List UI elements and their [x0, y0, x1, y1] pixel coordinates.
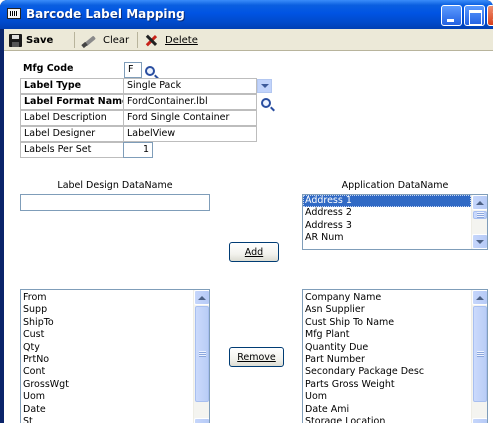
list-item[interactable]: Uom [21, 391, 193, 403]
toolbar-separator [74, 32, 75, 48]
remove-button[interactable]: Remove [229, 347, 284, 367]
label-description-field[interactable]: Ford Single Container [123, 110, 257, 126]
mfg-code-field[interactable]: F [124, 62, 142, 78]
label-type-select[interactable]: Single Pack [123, 78, 257, 94]
window-title: Barcode Label Mapping [26, 7, 185, 21]
app-window: Barcode Label Mapping Save Clear Delete … [0, 0, 493, 423]
delete-icon [145, 34, 157, 47]
list-item[interactable]: Date Ami [303, 404, 471, 416]
list-item[interactable]: Address 1 [303, 195, 471, 208]
label-format-name-field[interactable]: FordContainer.lbl [123, 94, 257, 110]
list-item[interactable]: Part Number [303, 354, 471, 366]
clear-button[interactable]: Clear [82, 32, 129, 49]
save-button[interactable]: Save [9, 32, 53, 49]
label-format-name-label: Label Format Name [20, 94, 124, 110]
scroll-up-button[interactable] [472, 195, 487, 210]
magnifier-icon [144, 65, 155, 76]
list-item[interactable]: St [21, 416, 193, 423]
save-icon [9, 34, 22, 47]
labels-per-set-label: Labels Per Set [20, 142, 124, 158]
scroll-down-button[interactable] [472, 418, 487, 423]
label-description-label: Label Description [20, 110, 124, 126]
label-type-dropdown-button[interactable] [257, 79, 272, 93]
scroll-down-icon [476, 239, 484, 244]
clear-label: Clear [103, 35, 130, 46]
label-type-label: Label Type [20, 78, 124, 94]
list-item[interactable]: Secondary Package Desc [303, 366, 471, 378]
toolbar: Save Clear Delete [4, 29, 493, 51]
label-fields-list[interactable]: From Supp ShipTo Cust Qty PrtNo Cont GrossWgt Uo… [20, 289, 210, 423]
list-item[interactable]: Cust Ship To Name [303, 317, 471, 329]
list-item[interactable]: Cont [21, 366, 193, 378]
save-label: Save [26, 35, 54, 46]
label-format-lookup-button[interactable] [258, 95, 273, 110]
list-item[interactable]: Uom [303, 391, 471, 403]
label-designer-label: Label Designer [20, 126, 124, 142]
list-item[interactable]: Qty [21, 342, 193, 354]
mfg-code-label: Mfg Code [20, 62, 124, 78]
scroll-up-button[interactable] [194, 290, 209, 305]
maximize-button[interactable] [464, 5, 485, 26]
list-item[interactable]: Supp [21, 304, 193, 316]
list-item[interactable]: ShipTo [21, 317, 193, 329]
list-item[interactable]: From [21, 292, 193, 304]
list-item[interactable]: Cust [21, 329, 193, 341]
toolbar-separator [137, 32, 138, 48]
application-dataname-list[interactable]: Address 1 Address 2 Address 3 AR Num [302, 194, 488, 250]
clear-icon [82, 34, 96, 47]
add-button[interactable]: Add [229, 242, 279, 262]
labels-per-set-field[interactable]: 1 [123, 142, 153, 158]
delete-label: Delete [165, 35, 198, 46]
scroll-up-icon [198, 295, 206, 300]
scroll-up-button[interactable] [472, 290, 487, 305]
label-design-dataname-caption: Label Design DataName [57, 180, 173, 191]
list-item[interactable]: PrtNo [21, 354, 193, 366]
list-item[interactable]: Company Name [303, 292, 471, 304]
label-fields-items: From Supp ShipTo Cust Qty PrtNo Cont GrossWgt Uo… [21, 290, 193, 423]
list-item[interactable]: Quantity Due [303, 342, 471, 354]
application-fields-items: Company Name Asn Supplier Cust Ship To Nam… [303, 290, 471, 423]
label-designer-field[interactable]: LabelView [123, 126, 257, 142]
window-client-area: Save Clear Delete Mfg Code F Label Type … [4, 29, 493, 423]
list-item[interactable]: GrossWgt [21, 379, 193, 391]
scroll-down-button[interactable] [194, 418, 209, 423]
barcode-app-icon [7, 8, 21, 19]
list-item[interactable]: Parts Gross Weight [303, 379, 471, 391]
application-dataname-scrollbar[interactable] [471, 195, 487, 249]
list-item[interactable]: Address 3 [303, 220, 471, 232]
scroll-up-icon [476, 200, 484, 205]
list-item[interactable]: Mfg Plant [303, 329, 471, 341]
delete-button[interactable]: Delete [145, 32, 198, 49]
close-button[interactable] [487, 5, 493, 26]
scroll-thumb[interactable] [195, 306, 209, 402]
list-item[interactable]: Address 2 [303, 207, 471, 219]
scroll-down-button[interactable] [472, 234, 487, 249]
application-dataname-caption: Application DataName [341, 180, 449, 191]
list-item[interactable]: Storage Location [303, 416, 471, 423]
application-dataname-items: Address 1 Address 2 Address 3 AR Num [303, 195, 471, 249]
magnifier-icon [260, 97, 271, 108]
chevron-down-icon [260, 84, 269, 88]
list-item[interactable]: AR Num [303, 232, 471, 244]
mfg-code-lookup-button[interactable] [142, 63, 157, 78]
list-item[interactable]: Date [21, 404, 193, 416]
application-fields-list[interactable]: Company Name Asn Supplier Cust Ship To Nam… [302, 289, 488, 423]
scroll-up-icon [476, 295, 484, 300]
label-fields-scrollbar[interactable] [193, 290, 209, 423]
title-bar[interactable]: Barcode Label Mapping [0, 0, 493, 29]
application-fields-scrollbar[interactable] [471, 290, 487, 423]
minimize-button[interactable] [441, 5, 462, 26]
scroll-thumb[interactable] [473, 211, 487, 219]
scroll-thumb[interactable] [473, 306, 487, 402]
label-design-dataname-input[interactable] [20, 194, 210, 211]
list-item[interactable]: Asn Supplier [303, 304, 471, 316]
